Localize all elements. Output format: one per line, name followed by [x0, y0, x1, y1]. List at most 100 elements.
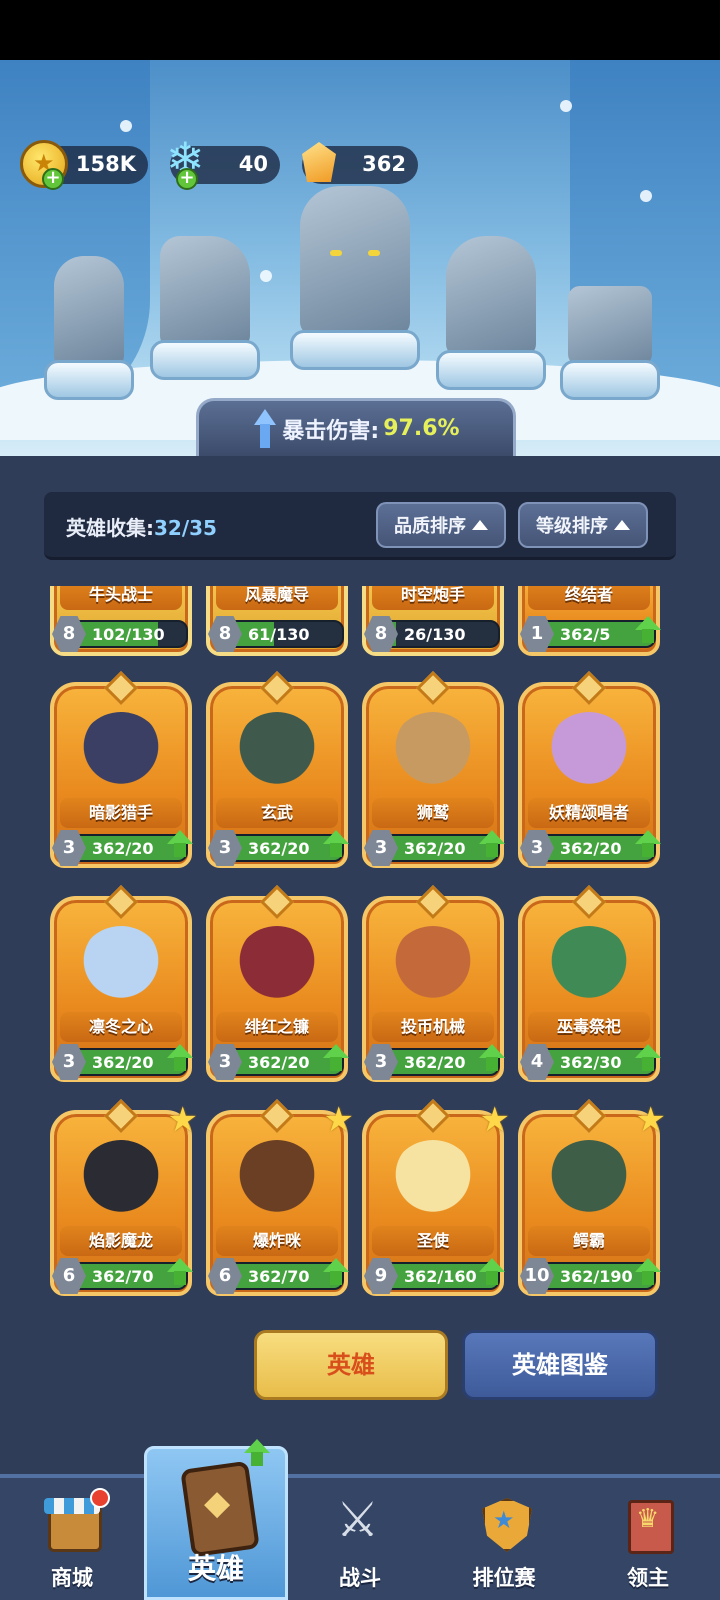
hero-portrait: [78, 1140, 164, 1226]
hero-progress: 362/20: [560, 839, 622, 858]
hero-portrait: [234, 712, 320, 798]
collection-title: 英雄收集:: [66, 516, 154, 540]
gem-counter[interactable]: 362: [302, 146, 418, 184]
nav-battle[interactable]: 战斗: [288, 1478, 432, 1600]
hero-progress: 362/20: [248, 1053, 310, 1072]
hero-card[interactable]: 投币机械 362/20 3: [362, 885, 506, 1094]
nav-ranked[interactable]: 排位赛: [432, 1478, 576, 1600]
statue-griffin[interactable]: [150, 230, 260, 380]
hero-name: 焰影魔龙: [60, 1226, 182, 1256]
hero-portrait: [234, 926, 320, 1012]
hero-name: 狮鹫: [372, 798, 494, 828]
hero-name: 风暴魔导: [216, 586, 338, 610]
hero-card[interactable]: 圣使 362/160 9 ★: [362, 1099, 510, 1296]
crit-damage-banner: 暴击伤害: 97.6%: [196, 398, 516, 456]
hero-card-icon: [176, 1459, 256, 1551]
gold-counter[interactable]: + 158K: [20, 140, 148, 190]
hero-card[interactable]: 爆炸咪 362/70 6 ★: [206, 1099, 354, 1296]
hero-panel: 英雄收集:32/35 品质排序 等级排序 牛头战士 102/130 8 风暴魔导 61/…: [0, 456, 720, 1474]
upgrade-arrow-icon: [478, 1044, 506, 1074]
hero-grid[interactable]: 牛头战士 102/130 8 风暴魔导 61/130 8 时空炮手 26/130 8 终结者 362…: [0, 586, 720, 1296]
hero-portrait: [78, 712, 164, 798]
hero-card[interactable]: 妖精颂唱者 362/20 3: [518, 671, 661, 880]
upgrade-arrow-icon: [322, 1258, 350, 1288]
upgrade-arrow-icon: [166, 1258, 194, 1288]
hero-progress: 362/70: [248, 1267, 310, 1286]
hero-progress: 362/160: [404, 1267, 477, 1286]
hero-progress: 362/20: [404, 839, 466, 858]
hero-portrait: [390, 1140, 476, 1226]
hero-progress: 26/130: [404, 625, 466, 644]
bottom-nav: 商城 英雄 战斗 排位赛 领主: [0, 1439, 720, 1600]
hero-name: 凛冬之心: [60, 1012, 182, 1042]
hero-card[interactable]: 绯红之镰 362/20 3: [206, 885, 349, 1094]
hero-button[interactable]: 英雄: [254, 1330, 448, 1400]
statue-robot[interactable]: [560, 270, 660, 400]
nav-battle-label: 战斗: [339, 1566, 381, 1590]
upgrade-arrow-icon: [243, 1439, 271, 1469]
statue-dragon[interactable]: [290, 170, 420, 370]
triangle-up-icon: [614, 520, 630, 530]
add-crystal-icon[interactable]: +: [176, 168, 198, 190]
hero-progress: 362/20: [92, 1053, 154, 1072]
nav-hero-label: 英雄: [187, 1552, 244, 1585]
lord-banner-icon: [620, 1494, 676, 1554]
status-bar: [0, 0, 720, 60]
upgrade-arrow-icon: [322, 830, 350, 860]
hero-portrait: [546, 926, 632, 1012]
nav-hero[interactable]: 英雄: [144, 1439, 288, 1600]
hero-card[interactable]: 凛冬之心 362/20 3: [50, 885, 193, 1094]
collection-count: 32/35: [154, 516, 217, 540]
hero-name: 圣使: [372, 1226, 494, 1256]
snowflake: [560, 100, 572, 112]
nav-shop[interactable]: 商城: [0, 1478, 144, 1600]
collection-label: 英雄收集:32/35: [66, 512, 217, 541]
gem-value: 362: [362, 152, 406, 176]
crystal-counter[interactable]: + 40: [166, 132, 280, 190]
hero-name: 终结者: [528, 586, 650, 610]
star-icon: ★: [479, 1100, 510, 1140]
hero-card[interactable]: 焰影魔龙 362/70 6 ★: [50, 1099, 198, 1296]
hero-portrait: [234, 1140, 320, 1226]
statue-mage[interactable]: [436, 230, 546, 390]
hero-name: 妖精颂唱者: [528, 798, 650, 828]
hero-card[interactable]: 鳄霸 362/190 10 ★: [518, 1099, 666, 1296]
add-gold-icon[interactable]: +: [42, 168, 64, 190]
hero-portrait: [546, 712, 632, 798]
hero-portrait: [546, 1140, 632, 1226]
hero-card[interactable]: 狮鹫 362/20 3: [362, 671, 506, 880]
hero-card[interactable]: 巫毒祭祀 362/30 4: [518, 885, 661, 1094]
hero-name: 鳄霸: [528, 1226, 650, 1256]
upgrade-arrow-icon: [166, 830, 194, 860]
hero-portrait: [390, 926, 476, 1012]
hero-portrait: [390, 712, 476, 798]
hero-progress: 362/20: [404, 1053, 466, 1072]
hero-card[interactable]: 玄武 362/20 3: [206, 671, 350, 880]
rank-shield-icon: [476, 1494, 532, 1550]
hero-name: 巫毒祭祀: [528, 1012, 650, 1042]
hero-progress: 362/5: [560, 625, 611, 644]
nav-lord[interactable]: 领主: [576, 1478, 720, 1600]
crit-damage-label: 暴击伤害:: [282, 418, 380, 444]
hero-progress: 362/20: [248, 839, 310, 858]
hero-codex-button[interactable]: 英雄图鉴: [462, 1330, 658, 1400]
snowflake: [260, 270, 272, 282]
hero-card[interactable]: 暗影猎手 362/20 3: [50, 671, 194, 880]
star-icon: ★: [635, 1100, 666, 1140]
upgrade-arrow-icon: [634, 1258, 662, 1288]
nav-shop-label: 商城: [51, 1566, 93, 1590]
hero-progress: 362/70: [92, 1267, 154, 1286]
star-icon: ★: [167, 1100, 198, 1140]
hero-name: 玄武: [216, 798, 338, 828]
hero-portrait: [78, 926, 164, 1012]
hero-progress: 61/130: [248, 625, 310, 644]
statue-bull[interactable]: [44, 250, 134, 400]
upgrade-arrow-icon: [478, 830, 506, 860]
sort-level-button[interactable]: 等级排序: [518, 502, 648, 548]
nav-ranked-label: 排位赛: [472, 1566, 536, 1590]
hero-name: 爆炸咪: [216, 1226, 338, 1256]
sort-quality-button[interactable]: 品质排序: [376, 502, 506, 548]
snowflake: [640, 190, 652, 202]
collection-bar: 英雄收集:32/35 品质排序 等级排序: [44, 492, 676, 560]
gem-icon: [292, 136, 346, 190]
